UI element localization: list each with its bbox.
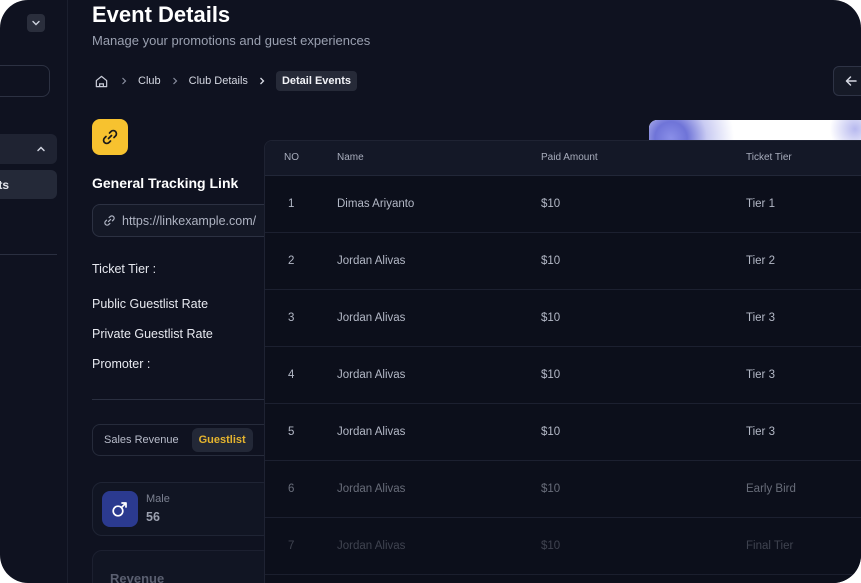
link-icon — [104, 215, 115, 226]
cell-paid-amount: $10 — [541, 312, 561, 324]
private-guestlist-rate-label: Private Guestlist Rate — [92, 327, 213, 341]
arrow-left-icon — [845, 76, 857, 86]
column-header-ticket-tier[interactable]: Ticket Tier — [746, 152, 792, 163]
table-row[interactable]: 4 Jordan Alivas $10 Tier 3 — [265, 347, 861, 404]
cell-name: Jordan Alivas — [337, 540, 406, 552]
breadcrumb-home[interactable] — [92, 72, 110, 90]
table-row[interactable]: 7 Jordan Alivas $10 Final Tier — [265, 518, 861, 575]
tracking-url-value: https://linkexample.com/ — [122, 213, 257, 228]
sidebar: ts — [0, 0, 68, 583]
tab-guestlist[interactable]: Guestlist — [191, 428, 253, 452]
table-row[interactable]: 6 Jordan Alivas $10 Early Bird — [265, 461, 861, 518]
back-button[interactable] — [833, 66, 861, 96]
revenue-card: Revenue — [92, 550, 272, 583]
cell-ticket-tier: Tier 1 — [746, 198, 775, 210]
home-icon — [95, 75, 107, 87]
cell-ticket-tier: Early Bird — [746, 483, 796, 495]
chevron-up-icon — [37, 146, 45, 152]
table-fade-overlay — [265, 571, 861, 583]
chevron-right-icon — [248, 77, 276, 85]
cell-name: Jordan Alivas — [337, 369, 406, 381]
table-row[interactable]: 1 Dimas Ariyanto $10 Tier 1 — [265, 176, 861, 233]
male-stat-card: Male 56 — [92, 482, 272, 536]
breadcrumb-item-club[interactable]: Club — [138, 75, 161, 87]
cell-name: Jordan Alivas — [337, 426, 406, 438]
app-frame: ts Event Details Manage your promotions … — [0, 0, 861, 583]
cell-paid-amount: $10 — [541, 198, 561, 210]
link-icon — [102, 129, 118, 145]
sidebar-item-label: ts — [0, 177, 9, 192]
cell-no: 7 — [288, 540, 295, 552]
cell-no: 3 — [288, 312, 295, 324]
cell-paid-amount: $10 — [541, 540, 561, 552]
ticket-tier-label: Ticket Tier : — [92, 262, 157, 276]
chevron-right-icon — [161, 77, 189, 85]
section-divider — [92, 399, 267, 400]
table-header: NO Name Paid Amount Ticket Tier — [265, 141, 861, 176]
cell-name: Jordan Alivas — [337, 255, 406, 267]
cell-paid-amount: $10 — [541, 369, 561, 381]
male-stat-label: Male — [146, 493, 170, 505]
cell-ticket-tier: Tier 3 — [746, 426, 775, 438]
sidebar-search-input[interactable] — [0, 65, 50, 97]
cell-ticket-tier: Tier 3 — [746, 369, 775, 381]
tab-sales-revenue[interactable]: Sales Revenue — [97, 428, 186, 452]
cell-no: 4 — [288, 369, 295, 381]
male-icon — [102, 491, 138, 527]
table-row[interactable]: 2 Jordan Alivas $10 Tier 2 — [265, 233, 861, 290]
tracking-url-field[interactable]: https://linkexample.com/ — [92, 204, 292, 237]
cell-name: Jordan Alivas — [337, 312, 406, 324]
cell-no: 2 — [288, 255, 295, 267]
breadcrumb-item-club-details[interactable]: Club Details — [189, 75, 248, 87]
cell-name: Jordan Alivas — [337, 483, 406, 495]
sidebar-item-events[interactable]: ts — [0, 170, 57, 199]
column-header-name[interactable]: Name — [337, 152, 364, 163]
revenue-label: Revenue — [110, 571, 165, 583]
male-stat-value: 56 — [146, 510, 160, 524]
cell-no: 6 — [288, 483, 295, 495]
sidebar-toggle-button[interactable] — [27, 14, 45, 32]
segment-control: Sales Revenue Guestlist — [92, 424, 272, 456]
cell-paid-amount: $10 — [541, 426, 561, 438]
sidebar-group-header[interactable] — [0, 134, 57, 164]
cell-name: Dimas Ariyanto — [337, 198, 415, 210]
cell-no: 1 — [288, 198, 295, 210]
cell-ticket-tier: Final Tier — [746, 540, 794, 552]
cell-paid-amount: $10 — [541, 483, 561, 495]
cell-no: 5 — [288, 426, 295, 438]
cell-ticket-tier: Tier 2 — [746, 255, 775, 267]
cell-ticket-tier: Tier 3 — [746, 312, 775, 324]
tracking-link-title: General Tracking Link — [92, 175, 239, 191]
column-header-no[interactable]: NO — [284, 152, 299, 163]
page-title: Event Details — [92, 2, 231, 27]
public-guestlist-rate-label: Public Guestlist Rate — [92, 297, 209, 311]
guestlist-table: NO Name Paid Amount Ticket Tier 1 Dimas … — [264, 140, 861, 583]
chevron-right-icon — [110, 77, 138, 85]
promoter-label: Promoter : — [92, 357, 151, 371]
breadcrumb-item-detail-events: Detail Events — [275, 71, 358, 91]
cell-paid-amount: $10 — [541, 255, 561, 267]
table-row[interactable]: 5 Jordan Alivas $10 Tier 3 — [265, 404, 861, 461]
sidebar-divider — [0, 254, 57, 255]
page-subtitle: Manage your promotions and guest experie… — [92, 33, 371, 48]
chevron-down-icon — [32, 20, 40, 26]
breadcrumb: Club Club Details Detail Events — [92, 70, 358, 92]
table-row[interactable]: 3 Jordan Alivas $10 Tier 3 — [265, 290, 861, 347]
tracking-link-badge — [92, 119, 128, 155]
column-header-paid-amount[interactable]: Paid Amount — [541, 152, 598, 163]
